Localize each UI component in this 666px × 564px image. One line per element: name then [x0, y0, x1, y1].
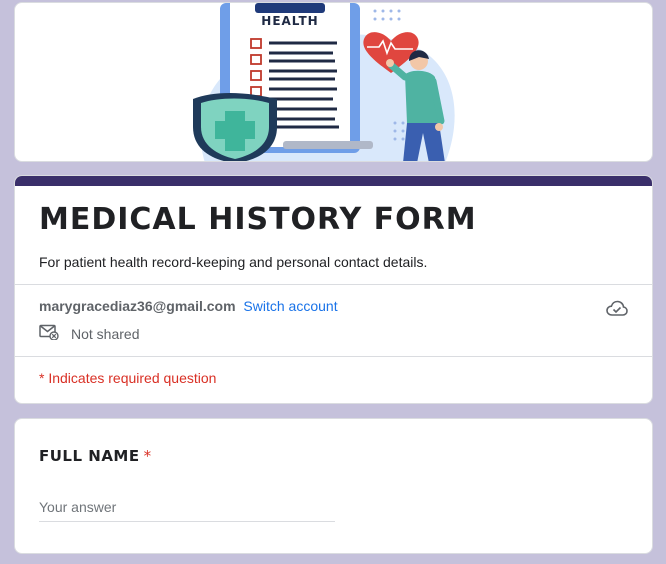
clipboard-title: HEALTH: [261, 14, 318, 28]
cloud-check-icon[interactable]: [606, 300, 628, 323]
not-shared-row: Not shared: [39, 324, 139, 343]
account-row: marygracediaz36@gmail.com Switch account: [39, 298, 338, 314]
form-header-card: MEDICAL HISTORY FORM For patient health …: [14, 175, 653, 404]
form-title: MEDICAL HISTORY FORM: [39, 202, 477, 237]
header-banner: HEALTH: [14, 2, 653, 162]
divider: [15, 284, 652, 285]
full-name-input[interactable]: [39, 497, 335, 522]
not-shared-label: Not shared: [71, 325, 140, 342]
accent-bar: [15, 176, 652, 186]
question-title: FULL NAME *: [39, 447, 152, 465]
health-illustration: HEALTH: [193, 3, 455, 161]
question-card-full-name: FULL NAME *: [14, 418, 653, 554]
account-email: marygracediaz36@gmail.com: [39, 298, 236, 314]
form-description: For patient health record-keeping and pe…: [39, 254, 428, 270]
divider: [15, 356, 652, 357]
mail-not-shared-icon: [39, 324, 59, 343]
question-label: FULL NAME: [39, 447, 140, 465]
required-note: * Indicates required question: [39, 370, 217, 386]
switch-account-link[interactable]: Switch account: [243, 298, 337, 314]
required-asterisk: *: [143, 447, 152, 465]
